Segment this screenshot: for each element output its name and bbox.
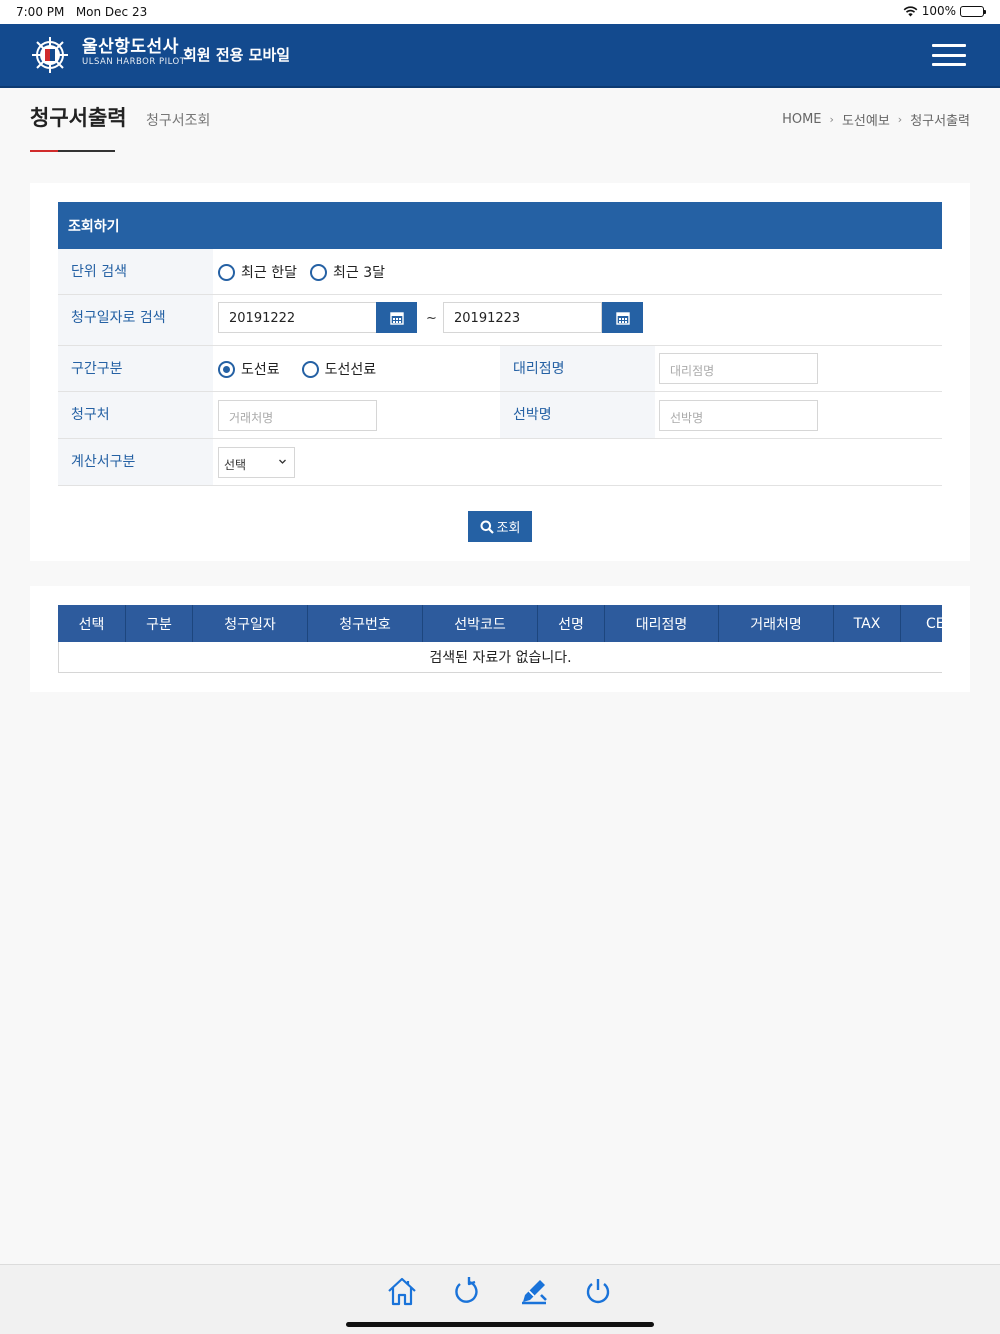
calendar-icon[interactable] (602, 302, 643, 333)
hamburger-menu-icon[interactable] (932, 44, 966, 66)
edit-icon[interactable] (518, 1275, 550, 1307)
status-time: 7:00 PM Mon Dec 23 (16, 5, 147, 19)
wifi-icon (903, 5, 918, 16)
agency-input[interactable]: 대리점명 (659, 353, 818, 384)
status-bar: 7:00 PM Mon Dec 23 100% (0, 0, 1000, 24)
radio-circle-icon[interactable] (309, 263, 327, 281)
col-bill-number[interactable]: 청구번호 (308, 605, 423, 642)
battery-icon (960, 5, 986, 17)
radio-last-month-label: 최근 한달 (241, 265, 297, 281)
search-button-label: 조회 (496, 521, 521, 536)
section-label: 구간구분 (58, 346, 213, 391)
col-ce[interactable]: CE (901, 605, 942, 642)
billto-row: 청구처 거래처명 선박명 선박명 (58, 392, 942, 439)
search-panel-heading: 조회하기 (58, 202, 942, 249)
search-button[interactable]: 조회 (468, 511, 532, 542)
col-agency[interactable]: 대리점명 (605, 605, 719, 642)
header-subtitle: 회원 전용 모바일 (183, 46, 291, 64)
section-row: 구간구분 도선료 도선선료 대리점명 대리점명 (58, 346, 942, 392)
breadcrumb-current: 청구서출력 (910, 114, 970, 129)
unit-search-label: 단위 검색 (58, 249, 213, 294)
radio-circle-icon[interactable] (218, 263, 235, 281)
radio-last-3-months-label: 최근 3달 (332, 265, 385, 281)
table-empty-row: 검색된 자료가 없습니다. (58, 642, 942, 673)
radio-last-3-months[interactable]: 최근 3달 (309, 262, 385, 282)
empty-message: 검색된 자료가 없습니다. (429, 650, 572, 666)
page-title: 청구서출력 (30, 106, 127, 130)
billto-label: 청구처 (58, 392, 213, 438)
invoice-type-select[interactable]: 선택 (218, 447, 295, 478)
section-options: 도선료 도선선료 (218, 359, 376, 379)
date-from-input[interactable]: 20191222 (218, 302, 377, 333)
invoice-type-value: 선택 (224, 458, 247, 472)
radio-pilot-boat-fee[interactable]: 도선선료 (301, 359, 377, 379)
home-indicator (346, 1322, 654, 1327)
home-icon[interactable] (386, 1275, 418, 1307)
search-panel: 조회하기 단위 검색 최근 한달 최근 3달 청구일자로 검색 20191222… (30, 183, 970, 561)
agency-label: 대리점명 (500, 346, 655, 391)
radio-last-month[interactable]: 최근 한달 (218, 262, 297, 282)
chevron-down-icon (279, 459, 286, 464)
ship-wheel-logo-icon[interactable] (30, 35, 70, 75)
date-range-separator: ~ (426, 311, 437, 326)
results-panel: 선택 구분 청구일자 청구번호 선박코드 선명 대리점명 거래처명 TAX CE… (30, 586, 970, 692)
refresh-icon[interactable] (450, 1275, 482, 1307)
chevron-right-icon: › (829, 113, 834, 126)
ship-label: 선박명 (500, 392, 655, 438)
breadcrumb-pilot-forecast[interactable]: 도선예보 (842, 110, 890, 129)
radio-pilot-fee-label: 도선료 (241, 362, 280, 378)
brand-name-en: ULSAN HARBOR PILOT (82, 57, 186, 67)
col-type[interactable]: 구분 (126, 605, 193, 642)
status-right: 100% (903, 4, 986, 18)
col-ship-name[interactable]: 선명 (538, 605, 605, 642)
date-search-label: 청구일자로 검색 (58, 295, 213, 345)
invoice-type-row: 계산서구분 선택 (58, 439, 942, 486)
billto-input[interactable]: 거래처명 (218, 400, 377, 431)
status-clock: 7:00 PM (16, 5, 65, 19)
ship-input[interactable]: 선박명 (659, 400, 818, 431)
radio-pilot-fee[interactable]: 도선료 (218, 359, 280, 379)
date-to-input[interactable]: 20191223 (443, 302, 602, 333)
battery-percent: 100% (921, 4, 956, 18)
col-billto[interactable]: 거래처명 (719, 605, 834, 642)
bottom-toolbar (0, 1264, 1000, 1334)
unit-search-options: 최근 한달 최근 3달 (218, 262, 385, 282)
results-table[interactable]: 선택 구분 청구일자 청구번호 선박코드 선명 대리점명 거래처명 TAX CE… (58, 605, 942, 673)
col-tax[interactable]: TAX (834, 605, 901, 642)
chevron-right-icon: › (897, 113, 903, 126)
app-header: 울산항도선사 ULSAN HARBOR PILOT 회원 전용 모바일 (0, 24, 1000, 88)
table-header: 선택 구분 청구일자 청구번호 선박코드 선명 대리점명 거래처명 TAX CE (58, 605, 942, 642)
invoice-type-label: 계산서구분 (58, 439, 213, 485)
brand: 울산항도선사 ULSAN HARBOR PILOT (82, 37, 185, 67)
radio-checked-icon[interactable] (218, 360, 235, 378)
date-search-row: 청구일자로 검색 20191222 ~ 20191223 (58, 295, 942, 346)
breadcrumb-home[interactable]: HOME (782, 112, 821, 127)
radio-pilot-boat-fee-label: 도선선료 (324, 362, 377, 378)
calendar-icon[interactable] (376, 302, 417, 333)
title-underline (30, 150, 115, 152)
search-icon (480, 520, 494, 534)
breadcrumb: HOME › 도선예보 › 청구서출력 (782, 110, 970, 129)
col-bill-date[interactable]: 청구일자 (193, 605, 308, 642)
brand-name: 울산항도선사 (82, 37, 179, 57)
unit-search-row: 단위 검색 최근 한달 최근 3달 (58, 249, 942, 295)
col-select[interactable]: 선택 (58, 605, 126, 642)
radio-circle-icon[interactable] (301, 360, 319, 378)
status-date: Mon Dec 23 (75, 5, 148, 19)
col-ship-code[interactable]: 선박코드 (423, 605, 538, 642)
power-icon[interactable] (582, 1275, 614, 1307)
page-subtitle: 청구서조회 (146, 113, 211, 129)
